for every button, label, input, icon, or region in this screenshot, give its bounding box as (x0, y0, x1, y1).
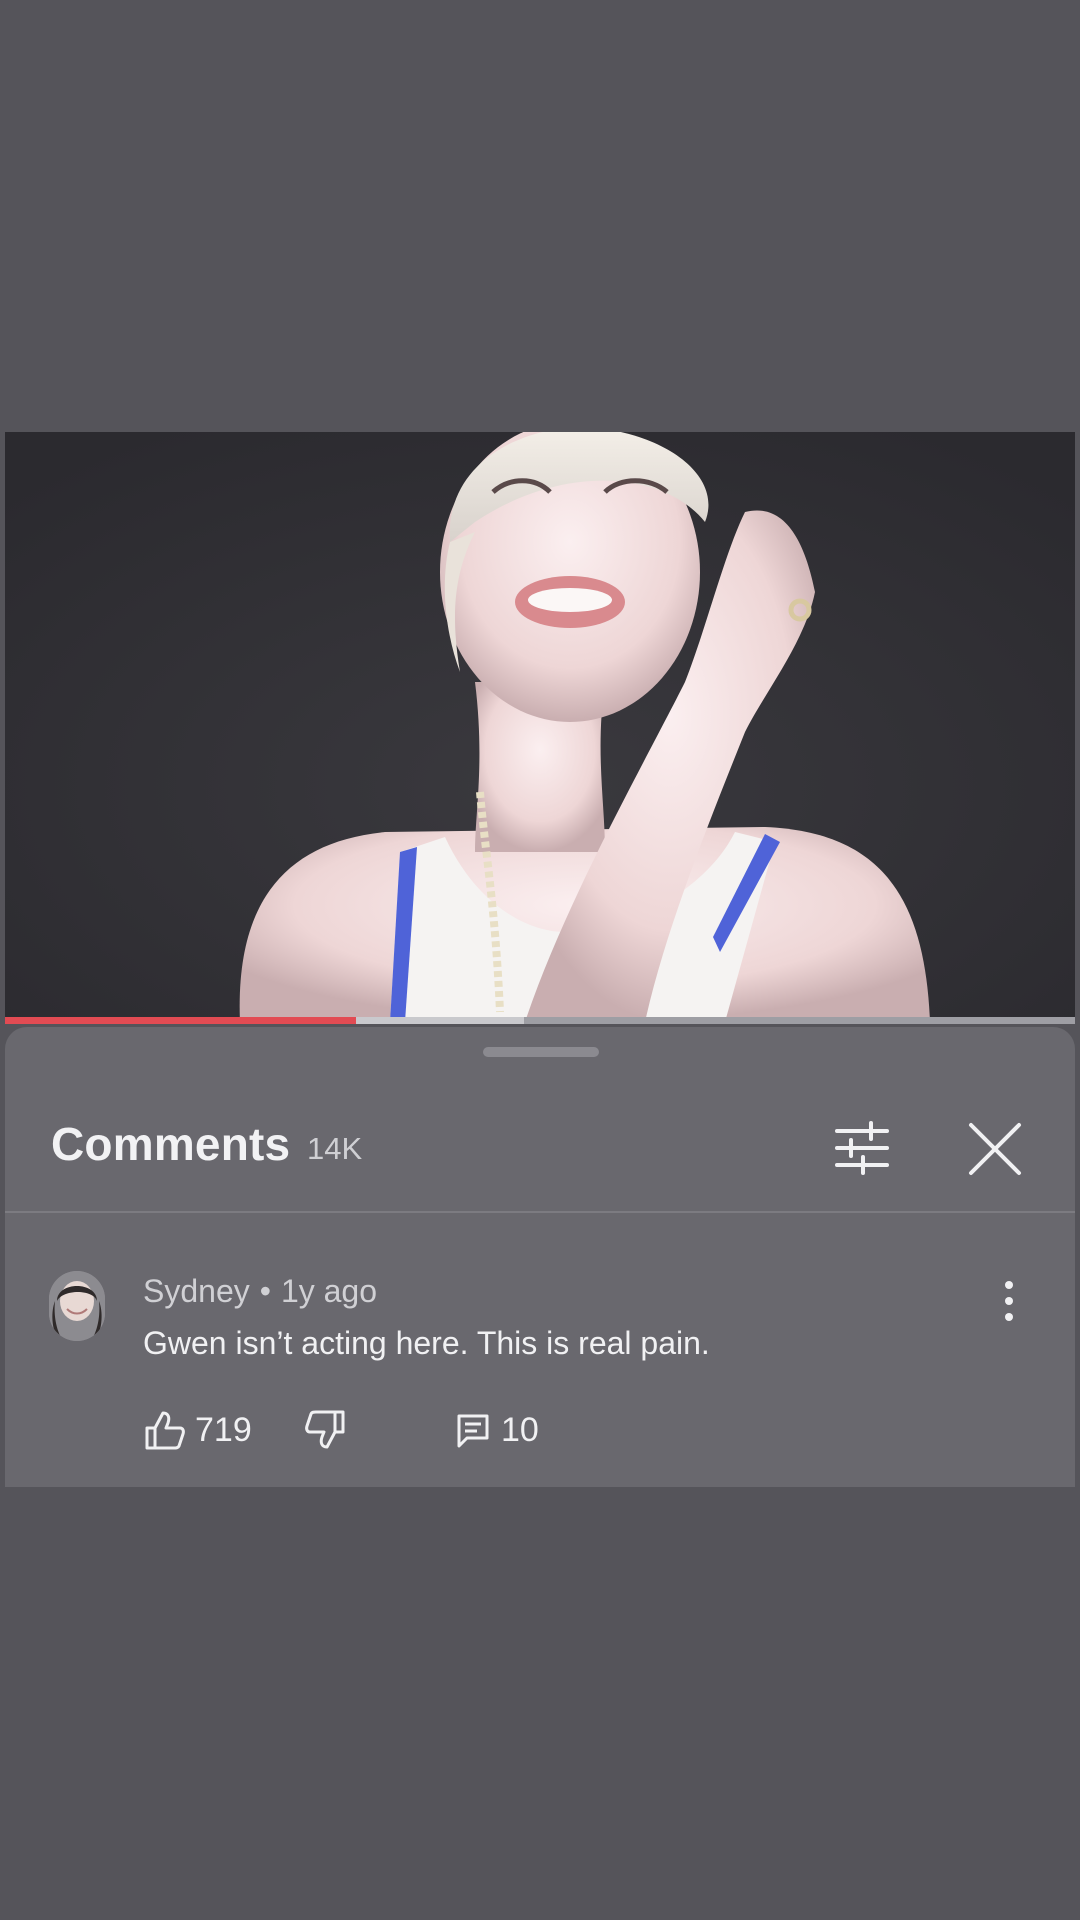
video-player[interactable] (5, 432, 1075, 1022)
comments-header: Comments 14K (5, 1117, 1075, 1187)
comment-author[interactable]: Sydney (143, 1273, 250, 1309)
comments-title: Comments (51, 1118, 291, 1170)
close-icon (969, 1123, 1021, 1175)
sort-filter-button[interactable] (831, 1121, 893, 1175)
comment-time: 1y ago (280, 1273, 378, 1309)
sliders-icon (835, 1121, 889, 1175)
reply-count: 10 (501, 1410, 539, 1449)
comment-item: Sydney • 1y ago Gwen isn’t acting here. Th… (5, 1247, 1075, 1467)
close-button[interactable] (965, 1119, 1025, 1179)
comments-sheet: Comments 14K Sydney • 1y ago Gwen isn’t … (5, 1027, 1075, 1487)
avatar-image (49, 1271, 105, 1341)
comment-more-button[interactable] (993, 1277, 1025, 1325)
dislike-button[interactable] (303, 1405, 347, 1455)
comment-actions: 719 10 (143, 1405, 943, 1455)
thumbs-down-icon (305, 1410, 345, 1449)
more-vert-icon (1005, 1281, 1013, 1321)
video-progress-bar[interactable] (5, 1017, 1075, 1024)
avatar[interactable] (49, 1271, 105, 1341)
meta-separator: • (259, 1273, 271, 1309)
thumbs-up-icon (145, 1411, 185, 1450)
header-divider (5, 1211, 1075, 1213)
played-bar (5, 1017, 356, 1024)
comment-text: Gwen isn’t acting here. This is real pai… (143, 1325, 710, 1361)
video-frame-image (5, 432, 1075, 1022)
like-count: 719 (195, 1410, 252, 1449)
like-button[interactable]: 719 (143, 1405, 252, 1455)
screen: Comments 14K Sydney • 1y ago Gwen isn’t … (0, 0, 1080, 1920)
reply-button[interactable]: 10 (453, 1405, 539, 1455)
comment-icon (457, 1414, 489, 1448)
drag-handle[interactable] (483, 1047, 599, 1057)
comments-count: 14K (307, 1131, 363, 1166)
comment-meta: Sydney • 1y ago (143, 1273, 377, 1310)
